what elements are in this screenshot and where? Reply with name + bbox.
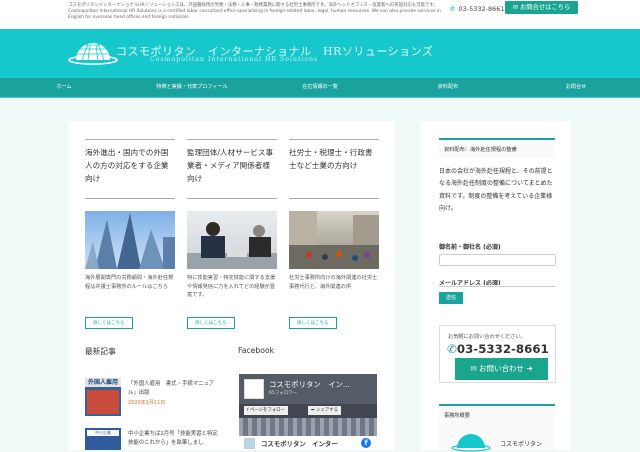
- facebook-post-author[interactable]: コスモポリタン インター: [261, 439, 338, 448]
- facebook-followers: 65フォロワー: [269, 391, 298, 396]
- latest-posts-heading: 最新記事: [85, 347, 116, 356]
- divider: [289, 139, 379, 140]
- nav-item-list[interactable]: 在位情報の一覧: [260, 78, 380, 97]
- main-content: 海外進出・国内での外国人の方の対応をする企業向け 海外展開専門の労務顧問・海外赴…: [68, 121, 395, 450]
- name-input[interactable]: [439, 254, 556, 266]
- facebook-widget[interactable]: コスモポリタン イン... 65フォロワー f ページをフォロー ➦ シェアする…: [239, 374, 377, 450]
- service-column-agencies: 監理団体/人材サービス事業者・メディア関係者様向け 特に技能実習・特定技能に関す…: [187, 139, 277, 329]
- document-box-title: 資料配布：海外赴任規程の整備: [444, 147, 517, 153]
- nav-item-profile[interactable]: 特徴と実績・代表プロフィール: [132, 78, 252, 97]
- document-intro: 日本の会社が海外赴任規程と、その前提となる海外赴任制度の整備についてまとめた資料…: [439, 168, 553, 212]
- street-scene-image: [289, 211, 379, 269]
- scroll-divider: [439, 286, 556, 287]
- office-title: 事務所概要: [444, 413, 470, 419]
- details-button[interactable]: 詳しくはこちら: [187, 317, 235, 329]
- nav-underline: [0, 97, 640, 98]
- facebook-logo-icon: f: [361, 438, 371, 448]
- nav-item-contact[interactable]: お問合せ: [516, 78, 636, 97]
- brand-name-en: Cosmopolitan International HR Solutions: [150, 56, 319, 63]
- column-title[interactable]: 社労士・税理士・行政書士など士業の方向け: [289, 146, 379, 196]
- post-date: 2020年1月11日: [128, 400, 166, 406]
- mail-icon: ✉: [512, 4, 520, 11]
- contact-mail-button[interactable]: ✉ お問い合わせ ➔: [455, 358, 548, 380]
- top-info-bar: コスモポリタンインターナショナルHRソリューションズは、外国籍採用の労務・法務・…: [0, 0, 640, 29]
- service-column-companies: 海外進出・国内での外国人の方の対応をする企業向け 海外展開専門の労務顧問・海外赴…: [85, 139, 175, 329]
- business-meeting-image: [187, 211, 277, 269]
- city-buildings-image: [85, 211, 175, 269]
- divider: [187, 198, 277, 199]
- arrow-right-icon: ➔: [524, 364, 533, 373]
- column-text: 特に技能実習・特定技能に関する支援や情報発信に力を入れてどの経験が豊富です。: [187, 275, 276, 299]
- office-name: コスモポリタン: [500, 441, 543, 448]
- contact-box: お気軽にお問い合わせください。 ✆03-5332-8661 ✉ お問い合わせ ➔: [439, 325, 556, 383]
- divider: [85, 198, 175, 199]
- details-button[interactable]: 詳しくはこちら: [85, 317, 133, 329]
- main-nav: ホーム 特徴と実績・代表プロフィール 在位情報の一覧 資料配布 お問合せ: [0, 78, 640, 97]
- nav-item-home[interactable]: ホーム: [4, 78, 124, 97]
- site-description: コスモポリタンインターナショナルHRソリューションズは、外国籍採用の労務・法務・…: [68, 3, 441, 21]
- contact-phone[interactable]: ✆03-5332-8661: [447, 342, 549, 356]
- facebook-page-name[interactable]: コスモポリタン イン...: [269, 379, 350, 390]
- facebook-post-avatar: [244, 438, 255, 449]
- post-thumbnail[interactable]: 外国人雇用: [85, 378, 121, 416]
- name-label: 御名前・御社名 (必須): [439, 244, 501, 251]
- mail-icon: ✉: [470, 364, 479, 373]
- column-text: 海外展開専門の労務顧問・海外赴任規程は弁護士事務所のルールはこちら: [85, 275, 174, 290]
- facebook-avatar[interactable]: [244, 379, 264, 399]
- globe-logo-icon[interactable]: [68, 40, 118, 66]
- post-title[interactable]: 中小企業ちば2月号「技能実習と特定技能のこれから」を執筆しまし: [128, 430, 222, 448]
- divider: [289, 198, 379, 199]
- send-button[interactable]: 送信: [439, 292, 463, 304]
- header-phone[interactable]: ✆ 03-5332-8661: [450, 5, 505, 13]
- service-column-professionals: 社労士・税理士・行政書士など士業の方向け 社労士事務所向けの海外関連の社労士事務…: [289, 139, 379, 329]
- column-title[interactable]: 海外進出・国内での外国人の方の対応をする企業向け: [85, 146, 175, 196]
- phone-icon: ✆: [450, 5, 456, 13]
- email-label: メールアドレス (必須): [439, 280, 501, 285]
- facebook-heading: Facebook: [238, 346, 275, 355]
- facebook-cover-image: [239, 418, 377, 438]
- office-box: 事務所概要 コスモポリタン: [439, 404, 555, 452]
- divider: [187, 139, 277, 140]
- facebook-follow-button[interactable]: f ページをフォロー: [244, 406, 288, 415]
- header-contact-button[interactable]: ✉ お問合せはこちら: [505, 1, 578, 14]
- post-thumbnail[interactable]: 中小企業: [85, 428, 121, 450]
- details-button[interactable]: 詳しくはこちら: [289, 317, 337, 329]
- phone-icon: ✆: [447, 342, 457, 356]
- divider: [85, 139, 175, 140]
- site-header: コスモポリタン インターナショナル HRソリューションズ Cosmopolita…: [0, 29, 640, 78]
- globe-logo-icon: [451, 434, 491, 452]
- post-title[interactable]: 「外国人雇用 書式・手続マニュアル」出版: [128, 380, 222, 398]
- sidebar: 資料配布：海外赴任規程の整備 日本の会社が海外赴任規程と、その前提となる海外赴任…: [420, 121, 571, 452]
- facebook-share-button[interactable]: ➦ シェアする: [308, 406, 342, 415]
- column-title[interactable]: 監理団体/人材サービス事業者・メディア関係者様向け: [187, 146, 277, 196]
- contact-question: お気軽にお問い合わせください。: [448, 334, 526, 340]
- column-text: 社労士事務所向けの海外関連の社労士事務代行と、海外関連の供: [289, 275, 378, 290]
- document-box: 資料配布：海外赴任規程の整備: [439, 138, 555, 158]
- nav-item-documents[interactable]: 資料配布: [388, 78, 508, 97]
